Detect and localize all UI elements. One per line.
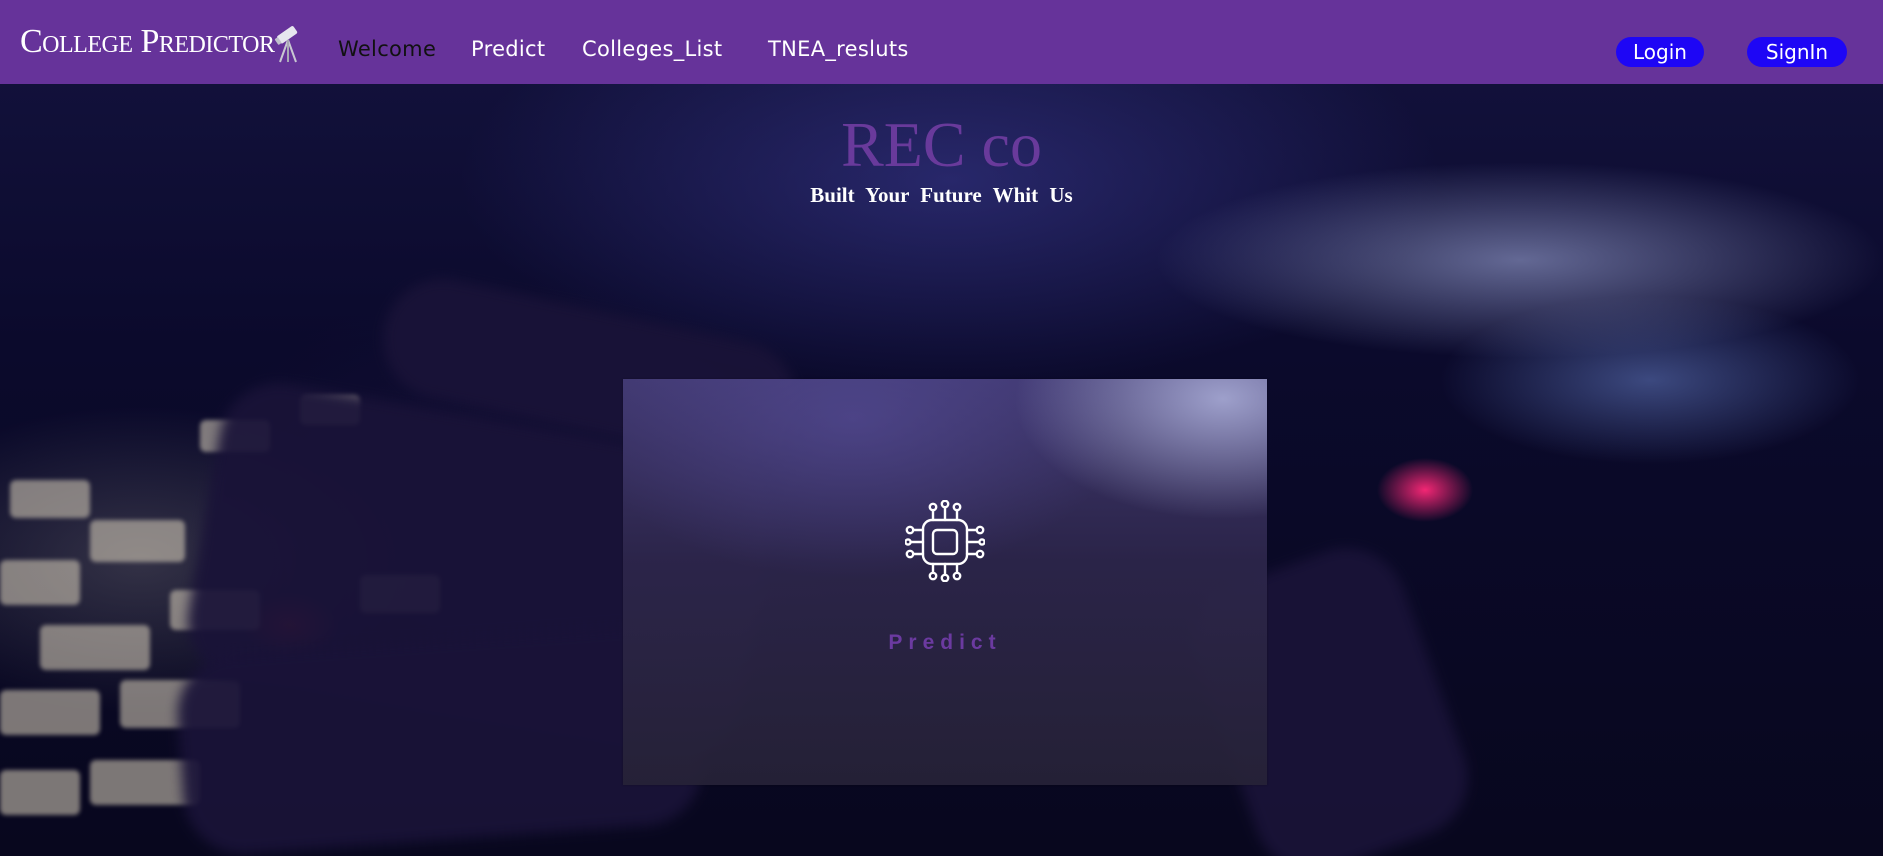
predict-card-label[interactable]: Predict — [623, 631, 1267, 655]
keyboard-key — [40, 625, 150, 670]
signin-button[interactable]: SignIn — [1747, 37, 1847, 67]
hero-title: REC co — [841, 109, 1042, 180]
nav-link-tnea-results[interactable]: TNEA_resluts — [768, 36, 909, 62]
keyboard-key — [0, 690, 100, 735]
top-navbar: College Predictor Welcome Predict Colleg… — [0, 0, 1883, 84]
brand-logo-text[interactable]: College Predictor — [20, 22, 275, 62]
keyboard-key — [90, 520, 185, 562]
hero-subtitle: Built Your Future Whit Us — [810, 183, 1073, 207]
login-button[interactable]: Login — [1616, 37, 1704, 67]
nav-link-colleges-list[interactable]: Colleges_List — [582, 36, 722, 62]
keyboard-key — [0, 560, 80, 605]
keyboard-key — [0, 770, 80, 815]
telescope-icon — [274, 24, 302, 68]
chip-circuit-icon — [904, 499, 986, 586]
predict-card[interactable]: Predict — [623, 379, 1267, 785]
nav-link-predict[interactable]: Predict — [471, 36, 545, 62]
keyboard-key — [10, 480, 90, 518]
nav-link-welcome[interactable]: Welcome — [338, 36, 436, 62]
